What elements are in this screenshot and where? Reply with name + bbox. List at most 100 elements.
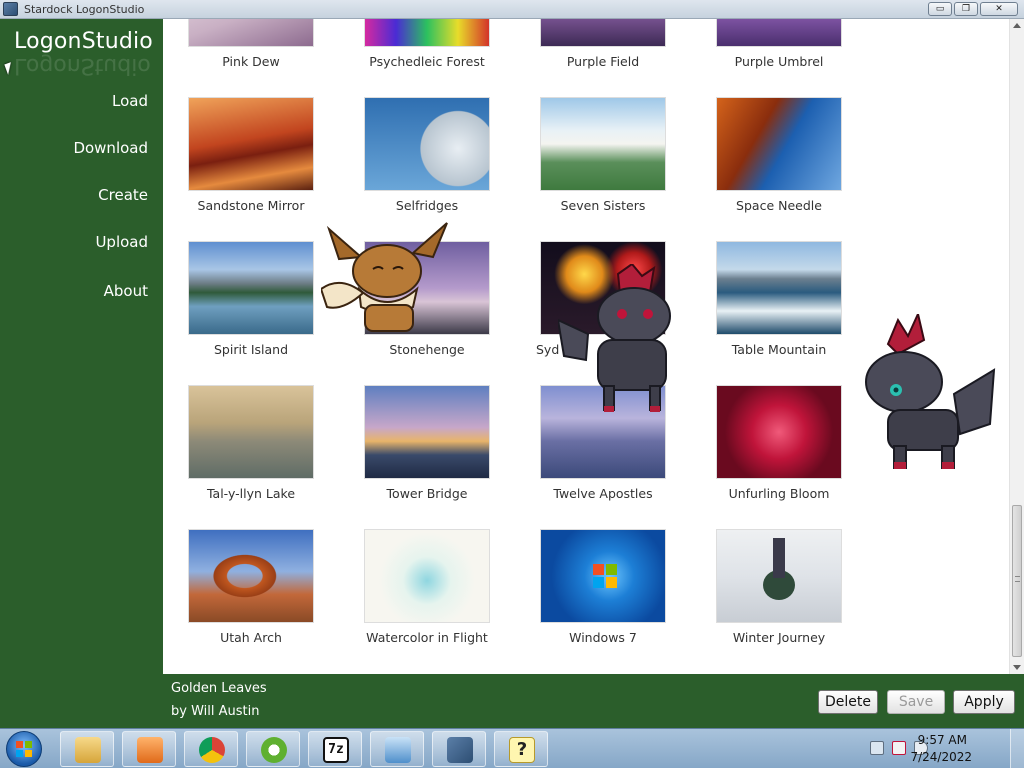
theme-thumbnail bbox=[716, 97, 842, 191]
theme-thumbnail bbox=[188, 19, 314, 47]
title-bar: Stardock LogonStudio ▭ ❐ ✕ bbox=[0, 0, 1024, 19]
taskbar-logonstudio[interactable] bbox=[432, 731, 486, 767]
7zip-icon: 7z bbox=[323, 737, 349, 763]
theme-thumbnail bbox=[716, 385, 842, 479]
taskbar: 7z ? 9:57 AM 7/24/2022 bbox=[0, 728, 1024, 768]
theme-caption: Seven Sisters bbox=[560, 198, 646, 213]
theme-thumbnail bbox=[716, 241, 842, 335]
theme-thumbnail bbox=[188, 241, 314, 335]
theme-caption: Stonehenge bbox=[389, 342, 465, 357]
taskbar-media-player[interactable] bbox=[122, 731, 176, 767]
scroll-thumb[interactable] bbox=[1012, 505, 1022, 657]
nav-about[interactable]: About bbox=[104, 282, 148, 300]
taskbar-7zip[interactable]: 7z bbox=[308, 731, 362, 767]
sidebar: LogonStudio LogonStudio Load Download Cr… bbox=[0, 19, 163, 674]
theme-thumbnail bbox=[540, 97, 666, 191]
brand-logo: LogonStudio bbox=[14, 29, 153, 54]
brand-reflection: LogonStudio bbox=[14, 53, 151, 78]
system-tray: 9:57 AM 7/24/2022 bbox=[854, 729, 1024, 768]
theme-tile-selfridges[interactable]: Selfridges bbox=[339, 97, 515, 217]
scroll-up-arrow-icon[interactable] bbox=[1013, 23, 1021, 28]
theme-tile-seven-sisters[interactable]: Seven Sisters bbox=[515, 97, 691, 217]
theme-tile-tower-bridge[interactable]: Tower Bridge bbox=[339, 385, 515, 505]
selection-panel: Golden Leaves by Will Austin Delete Save… bbox=[163, 674, 1024, 728]
folder-icon bbox=[75, 737, 101, 763]
theme-caption: Psychedleic Forest bbox=[369, 54, 485, 69]
vertical-scrollbar[interactable] bbox=[1009, 19, 1024, 674]
windows-logo-icon bbox=[16, 741, 32, 757]
minimize-button[interactable]: ▭ bbox=[928, 2, 952, 16]
theme-tile-unfurling-bloom[interactable]: Unfurling Bloom bbox=[691, 385, 867, 505]
theme-caption: Watercolor in Flight bbox=[366, 630, 488, 645]
theme-caption: Selfridges bbox=[395, 198, 459, 213]
taskbar-help[interactable]: ? bbox=[494, 731, 548, 767]
scroll-down-arrow-icon[interactable] bbox=[1013, 665, 1021, 670]
selected-theme-name: Golden Leaves bbox=[171, 681, 267, 696]
theme-caption: Sandstone Mirror bbox=[197, 198, 305, 213]
theme-thumbnail bbox=[540, 19, 666, 47]
theme-tile-space-needle[interactable]: Space Needle bbox=[691, 97, 867, 217]
nav-load[interactable]: Load bbox=[112, 92, 148, 110]
maximize-button[interactable]: ❐ bbox=[954, 2, 978, 16]
green-app-icon bbox=[261, 737, 287, 763]
theme-tile-spirit-island[interactable]: Spirit Island bbox=[163, 241, 339, 361]
delete-button[interactable]: Delete bbox=[818, 690, 878, 714]
theme-tile-utah-arch[interactable]: Utah Arch bbox=[163, 529, 339, 649]
show-desktop-button[interactable] bbox=[1010, 729, 1024, 768]
theme-caption: Twelve Apostles bbox=[553, 486, 653, 501]
theme-tile-tal-y-llyn-lake[interactable]: Tal-y-llyn Lake bbox=[163, 385, 339, 505]
save-button[interactable]: Save bbox=[887, 690, 945, 714]
theme-caption: Table Mountain bbox=[731, 342, 827, 357]
theme-tile-windows-7[interactable]: Windows 7 bbox=[515, 529, 691, 649]
eevee-sprite bbox=[321, 222, 448, 332]
theme-thumbnail bbox=[188, 97, 314, 191]
theme-thumbnail bbox=[716, 19, 842, 47]
clock-date[interactable]: 7/24/2022 bbox=[910, 750, 972, 764]
taskbar-explorer[interactable] bbox=[60, 731, 114, 767]
theme-caption: Spirit Island bbox=[213, 342, 289, 357]
nav-create[interactable]: Create bbox=[98, 186, 148, 204]
nav-upload[interactable]: Upload bbox=[95, 233, 148, 251]
close-button[interactable]: ✕ bbox=[980, 2, 1018, 16]
theme-tile-psychedelic-forest[interactable]: Psychedleic Forest bbox=[339, 19, 515, 74]
selected-theme-author: by Will Austin bbox=[171, 704, 260, 719]
theme-caption: Utah Arch bbox=[220, 630, 282, 645]
control-panel-icon bbox=[385, 737, 411, 763]
network-icon[interactable] bbox=[870, 741, 884, 755]
theme-tile-sandstone-mirror[interactable]: Sandstone Mirror bbox=[163, 97, 339, 217]
theme-tile-pink-dew[interactable]: Pink Dew bbox=[163, 19, 339, 74]
logonstudio-icon bbox=[447, 737, 473, 763]
theme-caption: Tower Bridge bbox=[386, 486, 468, 501]
taskbar-control-panel[interactable] bbox=[370, 731, 424, 767]
theme-thumbnail bbox=[188, 529, 314, 623]
window-title: Stardock LogonStudio bbox=[24, 3, 145, 16]
apply-button[interactable]: Apply bbox=[953, 690, 1015, 714]
theme-tile-watercolor-in-flight[interactable]: Watercolor in Flight bbox=[339, 529, 515, 649]
chrome-icon bbox=[199, 737, 225, 763]
theme-tile-winter-journey[interactable]: Winter Journey bbox=[691, 529, 867, 649]
theme-thumbnail bbox=[540, 529, 666, 623]
theme-thumbnail bbox=[188, 385, 314, 479]
clock-time[interactable]: 9:57 AM bbox=[918, 733, 967, 747]
help-icon: ? bbox=[509, 737, 535, 763]
theme-thumbnail bbox=[364, 529, 490, 623]
zorua-sprite bbox=[558, 264, 671, 412]
nav-download[interactable]: Download bbox=[73, 139, 148, 157]
start-button[interactable] bbox=[6, 731, 42, 767]
theme-thumbnail bbox=[364, 97, 490, 191]
theme-caption: Unfurling Bloom bbox=[728, 486, 830, 501]
taskbar-app-green[interactable] bbox=[246, 731, 300, 767]
theme-tile-table-mountain[interactable]: Table Mountain bbox=[691, 241, 867, 361]
theme-thumbnail bbox=[364, 19, 490, 47]
theme-thumbnail bbox=[364, 385, 490, 479]
theme-tile-purple-field[interactable]: Purple Field bbox=[515, 19, 691, 74]
action-center-icon[interactable] bbox=[892, 741, 906, 755]
theme-caption: Space Needle bbox=[736, 198, 822, 213]
winter-tower bbox=[773, 538, 785, 578]
theme-caption: Winter Journey bbox=[732, 630, 826, 645]
theme-tile-purple-umbrel[interactable]: Purple Umbrel bbox=[691, 19, 867, 74]
taskbar-chrome[interactable] bbox=[184, 731, 238, 767]
theme-caption: Tal-y-llyn Lake bbox=[206, 486, 296, 501]
theme-caption: Pink Dew bbox=[222, 54, 280, 69]
theme-caption: Windows 7 bbox=[569, 630, 637, 645]
